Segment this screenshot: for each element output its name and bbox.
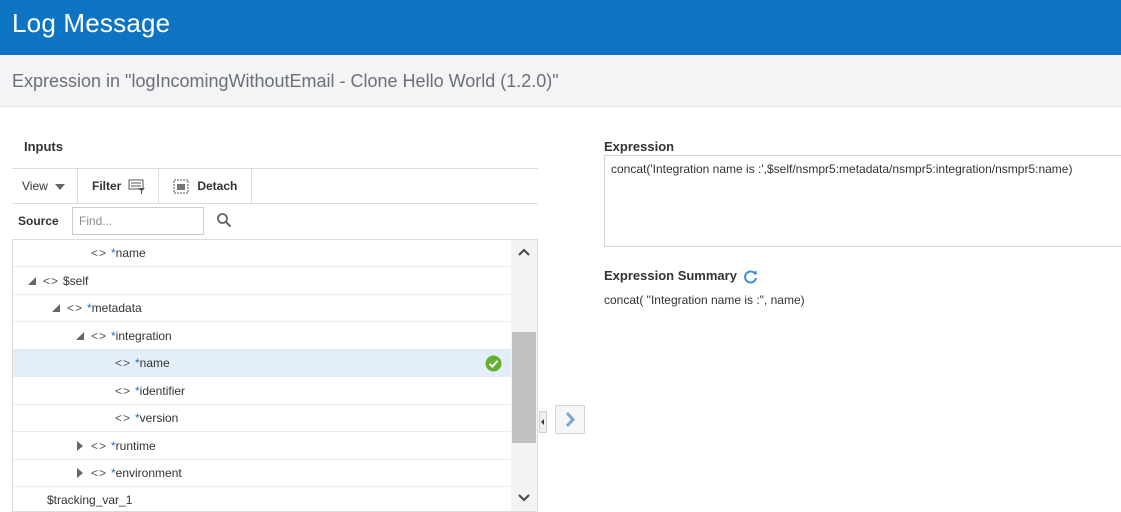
element-icon: <>: [115, 356, 132, 370]
tree-node-label: *name: [111, 246, 146, 260]
scroll-down-icon[interactable]: [511, 485, 537, 511]
tree-vertical-scrollbar[interactable]: [511, 240, 537, 511]
element-icon: <>: [91, 329, 108, 343]
element-icon: <>: [91, 439, 108, 453]
tree-node-label: *version: [135, 411, 179, 425]
tree-node-label: *identifier: [135, 384, 186, 398]
detach-button[interactable]: Detach: [163, 169, 247, 203]
filter-icon: [128, 179, 145, 195]
tree-row[interactable]: <> $self: [13, 268, 511, 295]
search-icon[interactable]: [216, 212, 232, 228]
element-icon: <>: [91, 466, 108, 480]
tree-node-label: *environment: [111, 466, 182, 480]
tree-row-selected[interactable]: <> *name: [13, 350, 511, 377]
element-icon: <>: [67, 301, 84, 315]
collapse-left-icon: [541, 419, 544, 425]
window-title: Log Message: [12, 8, 171, 38]
title-bar: Log Message: [0, 0, 1121, 55]
view-label: View: [22, 179, 48, 193]
inputs-panel: Inputs View Filter Detach Source Find...…: [12, 107, 538, 512]
tree-row[interactable]: <> *metadata: [13, 295, 511, 322]
inputs-heading: Inputs: [24, 139, 63, 154]
element-icon: <>: [115, 384, 132, 398]
expression-editor[interactable]: concat('Integration name is :',$self/nsm…: [604, 155, 1121, 247]
refresh-icon[interactable]: [742, 268, 759, 285]
expression-summary-text: concat( "Integration name is :", name): [604, 293, 805, 307]
tree-node-label: *metadata: [87, 301, 142, 315]
scrollbar-thumb[interactable]: [512, 332, 536, 443]
toolbar-divider: [251, 169, 252, 203]
source-tree: <> *name <> $self <> *metadata <> *integ…: [12, 239, 538, 512]
tree-node-label: $tracking_var_1: [47, 493, 133, 507]
collapsed-triangle-icon[interactable]: [75, 468, 85, 478]
filter-button[interactable]: Filter: [82, 169, 156, 203]
filter-label: Filter: [92, 179, 122, 193]
chevron-right-icon: [565, 411, 576, 428]
tree-row[interactable]: $tracking_var_1: [13, 488, 511, 511]
expanded-triangle-icon[interactable]: [27, 276, 37, 286]
expanded-triangle-icon[interactable]: [51, 303, 61, 313]
tree-row[interactable]: <> *runtime: [13, 433, 511, 460]
inputs-toolbar: View Filter Detach: [12, 168, 538, 204]
tree-node-label: *name: [135, 356, 170, 370]
element-icon: <>: [91, 246, 108, 260]
find-input[interactable]: [72, 207, 204, 235]
toolbar-divider: [158, 169, 159, 203]
scroll-up-icon[interactable]: [511, 240, 537, 266]
tree-row[interactable]: <> *integration: [13, 323, 511, 350]
tree-row[interactable]: <> *environment: [13, 460, 511, 487]
chevron-down-icon: [55, 183, 66, 190]
detach-icon: [173, 179, 189, 194]
expanded-triangle-icon[interactable]: [75, 331, 85, 341]
element-icon: <>: [115, 411, 132, 425]
splitter-handle[interactable]: [539, 411, 547, 433]
insert-into-expression-button[interactable]: [555, 405, 585, 434]
expression-summary-label: Expression Summary: [604, 268, 737, 283]
tree-node-label: $self: [63, 274, 89, 288]
tree-row[interactable]: <> *identifier: [13, 378, 511, 405]
collapsed-triangle-icon[interactable]: [75, 441, 85, 451]
source-label: Source: [18, 214, 59, 228]
check-circle-icon: [485, 355, 502, 372]
expression-label: Expression: [604, 139, 675, 154]
source-search-row: Source: [12, 204, 538, 239]
tree-row[interactable]: <> *name: [13, 240, 511, 267]
element-icon: <>: [43, 274, 60, 288]
subheader: Expression in "logIncomingWithoutEmail -…: [0, 55, 1121, 107]
detach-label: Detach: [197, 179, 238, 193]
expression-context: Expression in "logIncomingWithoutEmail -…: [12, 71, 559, 91]
view-menu-button[interactable]: View: [12, 169, 75, 203]
tree-node-label: *integration: [111, 329, 172, 343]
toolbar-divider: [77, 169, 78, 203]
tree-node-label: *runtime: [111, 439, 156, 453]
tree-row[interactable]: <> *version: [13, 405, 511, 432]
